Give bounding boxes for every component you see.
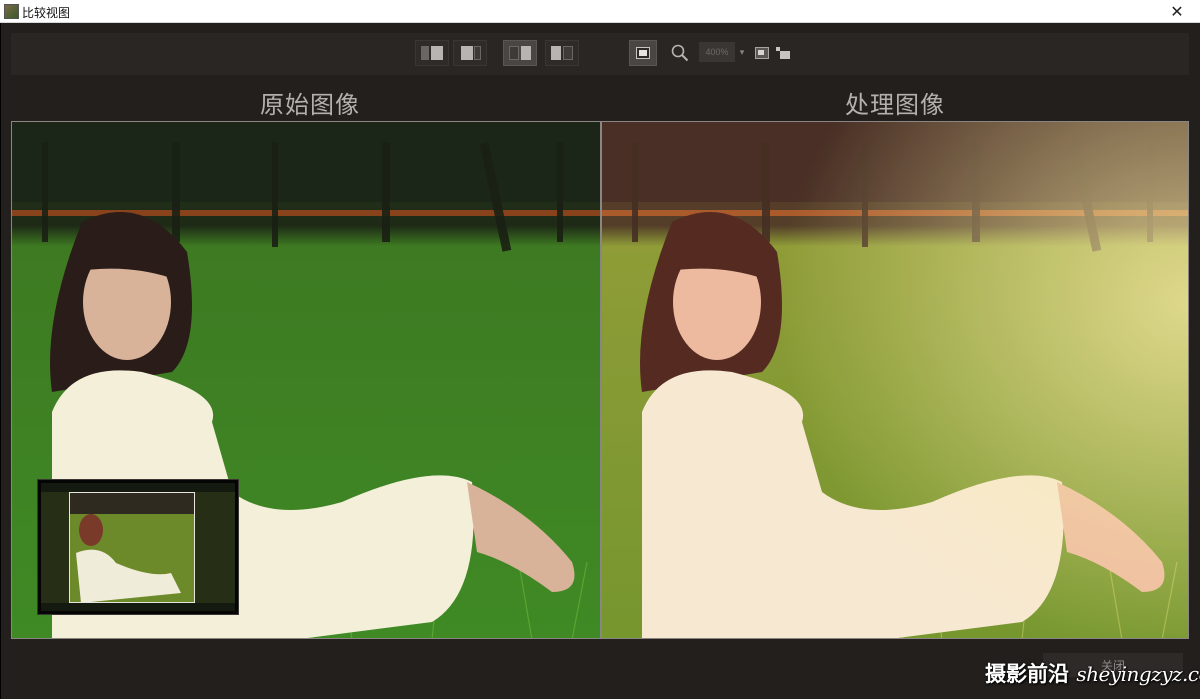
split-view-icon [551,46,573,60]
window-close-button[interactable]: ✕ [1154,0,1200,23]
zoom-button[interactable] [667,40,693,66]
watermark-cn: 摄影前沿 [985,661,1069,686]
view-split-button[interactable] [545,40,579,66]
view-side-by-side-button[interactable] [503,40,537,66]
original-image-pane[interactable] [11,121,601,639]
view-single-button[interactable] [453,40,487,66]
magnifier-icon [671,44,689,62]
navigator-thumbnail[interactable] [37,479,239,615]
single-view-icon [459,46,481,60]
window-title: 比较视图 [22,6,71,20]
toolbar: 400% ▾ [11,33,1189,75]
navigator-icon [755,47,769,59]
fit-screen-button[interactable] [629,40,657,66]
app-icon [4,4,19,19]
navigator-toggle-button[interactable] [753,44,771,62]
view-left-right-button[interactable] [415,40,449,66]
sync-button[interactable] [773,44,793,62]
watermark-url: sheyingzyz.com [1076,662,1200,686]
zoom-level-field[interactable]: 400% [699,42,735,62]
processed-image-heading: 处理图像 [845,91,945,119]
sync-icon [776,47,790,59]
zoom-dropdown-arrow[interactable]: ▾ [736,42,748,62]
fit-screen-icon [636,47,650,59]
watermark: 摄影前沿 sheyingzyz.com [985,658,1200,688]
compare-view-client: 400% ▾ 原始图像 处理图像 关闭 摄影前沿 sheyingzyz.c [0,23,1200,699]
side-by-side-icon [509,46,531,60]
original-image-heading: 原始图像 [260,91,360,119]
split-left-right-icon [421,46,443,60]
processed-image-pane[interactable] [601,121,1189,639]
processed-photo [602,122,1188,638]
navigator-viewport-frame[interactable] [69,492,195,603]
title-bar: 比较视图 ✕ [0,0,1200,23]
